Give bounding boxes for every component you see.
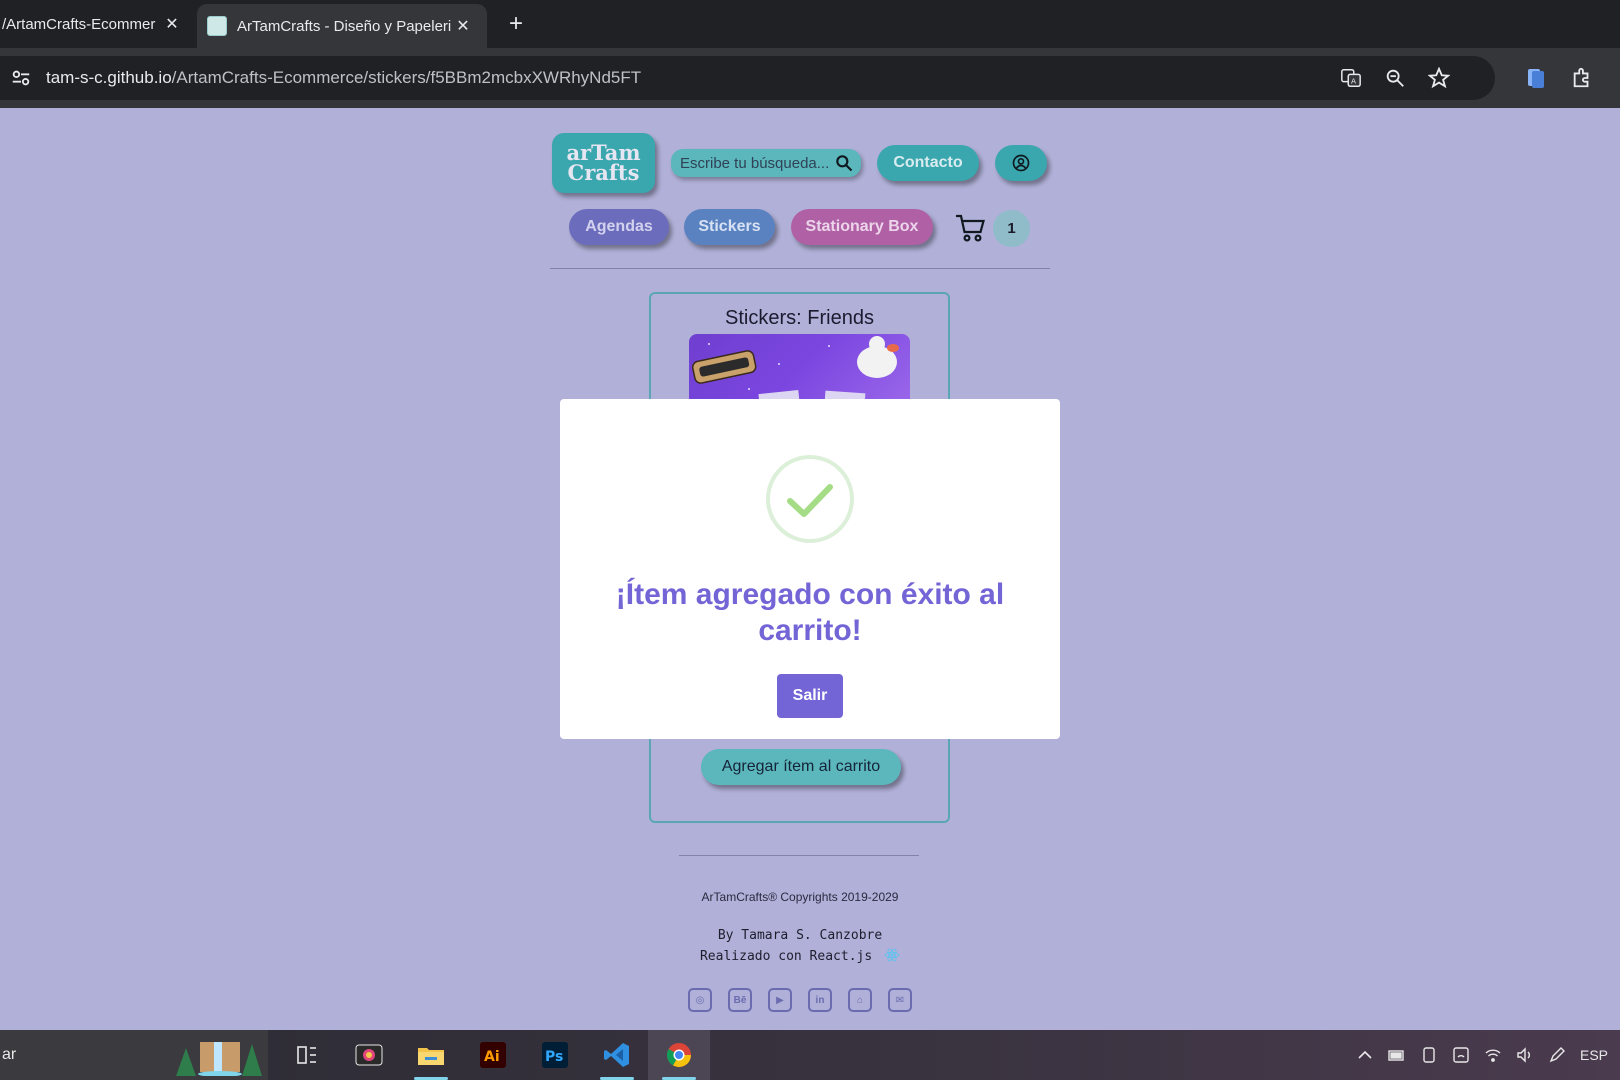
photoshop-icon[interactable]: Ps — [524, 1030, 586, 1080]
svg-text:A: A — [1351, 77, 1356, 86]
wifi-icon[interactable] — [1484, 1046, 1502, 1064]
nav-stationary-box-button[interactable]: Stationary Box — [791, 209, 933, 245]
logo-line-2: Crafts — [567, 160, 640, 185]
footer-author: By Tamara S. Canzobre — [717, 928, 883, 943]
tab-inactive[interactable]: /ArtamCrafts-Ecommer ✕ — [0, 0, 196, 48]
url-host: tam-s-c.github.io — [46, 68, 172, 87]
success-dialog: ¡Ítem agregado con éxito al carrito! Sal… — [560, 399, 1060, 739]
bookmark-star-icon[interactable] — [1427, 66, 1451, 90]
exit-button[interactable]: Salir — [777, 674, 843, 718]
nav-agendas-button[interactable]: Agendas — [569, 209, 669, 245]
cart-count-badge[interactable]: 1 — [993, 210, 1030, 247]
close-icon[interactable]: ✕ — [451, 16, 475, 36]
volume-icon[interactable] — [1516, 1046, 1534, 1064]
product-image — [689, 334, 910, 404]
system-tray: ESP — [1356, 1030, 1608, 1080]
illustrator-icon[interactable]: Ai — [462, 1030, 524, 1080]
logo[interactable]: arTam Crafts — [552, 133, 655, 193]
search-input[interactable] — [680, 154, 830, 172]
media-app-icon[interactable] — [338, 1030, 400, 1080]
search-box — [671, 149, 861, 177]
footer-divider — [679, 855, 919, 856]
product-title: Stickers: Friends — [725, 307, 874, 329]
pen-icon[interactable] — [1548, 1046, 1566, 1064]
browser-toolbar: tam-s-c.github.io/ArtamCrafts-Ecommerce/… — [0, 48, 1620, 108]
task-view-icon[interactable] — [276, 1030, 338, 1080]
footer-credits: By Tamara S. Canzobre Realizado con Reac… — [0, 925, 1600, 967]
reading-list-icon[interactable] — [1524, 66, 1548, 90]
header-divider — [550, 268, 1050, 269]
url-path: /ArtamCrafts-Ecommerce/stickers/f5BBm2mc… — [171, 68, 642, 87]
vscode-icon[interactable] — [586, 1030, 648, 1080]
site-info-icon[interactable] — [10, 67, 32, 89]
youtube-icon[interactable]: ▶ — [768, 988, 792, 1012]
svg-text:Ai: Ai — [484, 1049, 500, 1065]
search-icon[interactable] — [834, 153, 854, 173]
footer-built-with: Realizado con React.js — [699, 949, 873, 964]
behance-icon[interactable]: Bē — [728, 988, 752, 1012]
success-check-icon — [766, 455, 854, 543]
user-account-button[interactable] — [995, 145, 1047, 181]
react-icon — [884, 948, 900, 962]
social-links: ◎ Bē ▶ in ⌂ ✉ — [688, 988, 912, 1012]
nav-stickers-button[interactable]: Stickers — [684, 209, 775, 245]
close-icon[interactable]: ✕ — [160, 14, 184, 34]
tab-title: /ArtamCrafts-Ecommer — [2, 15, 156, 33]
battery-icon[interactable] — [1388, 1046, 1406, 1064]
extensions-icon[interactable] — [1570, 66, 1594, 90]
chrome-icon[interactable] — [648, 1030, 710, 1080]
zoom-icon[interactable] — [1383, 66, 1407, 90]
footer-copyright: ArTamCrafts® Copyrights 2019-2029 — [701, 890, 899, 904]
mail-icon[interactable]: ✉ — [888, 988, 912, 1012]
add-to-cart-button[interactable]: Agregar ítem al carrito — [701, 749, 901, 785]
browser-tab-strip: /ArtamCrafts-Ecommer ✕ ArTamCrafts - Dis… — [0, 0, 1620, 48]
success-message: ¡Ítem agregado con éxito al carrito! — [615, 578, 1005, 647]
favicon-icon — [207, 16, 227, 36]
language-indicator[interactable]: ESP — [1580, 1047, 1608, 1063]
contact-button[interactable]: Contacto — [877, 145, 979, 181]
taskbar-search-text: ar — [2, 1046, 17, 1063]
tab-title: ArTamCrafts - Diseño y Papeleri — [237, 17, 451, 35]
chevron-up-icon[interactable] — [1356, 1046, 1374, 1064]
taskbar: ar Ai Ps ESP — [0, 1030, 1620, 1080]
file-explorer-icon[interactable] — [400, 1030, 462, 1080]
cart-icon[interactable] — [954, 212, 986, 244]
svg-text:Ps: Ps — [545, 1049, 563, 1065]
new-tab-icon[interactable]: + — [502, 10, 530, 38]
address-bar[interactable]: tam-s-c.github.io/ArtamCrafts-Ecommerce/… — [0, 56, 1495, 100]
translate-icon[interactable]: A — [1339, 66, 1363, 90]
device-icon[interactable] — [1420, 1046, 1438, 1064]
search-highlight-icon — [176, 1034, 264, 1076]
network-status-icon[interactable] — [1452, 1046, 1470, 1064]
github-icon[interactable]: ⌂ — [848, 988, 872, 1012]
url-text[interactable]: tam-s-c.github.io/ArtamCrafts-Ecommerce/… — [46, 68, 641, 88]
tab-active[interactable]: ArTamCrafts - Diseño y Papeleri ✕ — [197, 4, 487, 48]
linkedin-icon[interactable]: in — [808, 988, 832, 1012]
instagram-icon[interactable]: ◎ — [688, 988, 712, 1012]
user-icon — [1012, 154, 1030, 172]
